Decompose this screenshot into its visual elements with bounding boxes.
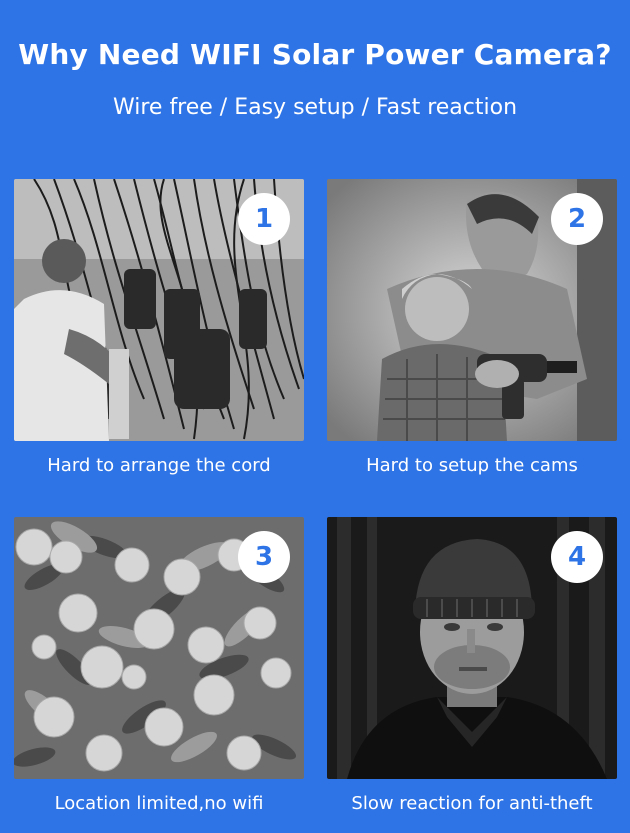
photo-drill-setup: 2 xyxy=(327,179,617,441)
card-caption: Slow reaction for anti-theft xyxy=(351,793,593,814)
number-badge: 4 xyxy=(551,531,603,583)
card-caption: Hard to setup the cams xyxy=(366,455,578,476)
number-badge: 3 xyxy=(238,531,290,583)
photo-man-beanie: 4 xyxy=(327,517,617,779)
feature-card-location: 3 Location limited,no wifi xyxy=(14,517,304,814)
photo-orange-tree: 3 xyxy=(14,517,304,779)
feature-card-anti-theft: 4 Slow reaction for anti-theft xyxy=(327,517,617,814)
feature-card-cord: 1 Hard to arrange the cord xyxy=(14,179,304,476)
page-subtitle: Wire free / Easy setup / Fast reaction xyxy=(112,95,518,120)
number-badge: 1 xyxy=(238,193,290,245)
page-title: Why Need WIFI Solar Power Camera? xyxy=(18,38,612,71)
photo-tangled-cords: 1 xyxy=(14,179,304,441)
card-caption: Location limited,no wifi xyxy=(54,793,264,814)
number-badge: 2 xyxy=(551,193,603,245)
card-caption: Hard to arrange the cord xyxy=(47,455,271,476)
feature-card-setup: 2 Hard to setup the cams xyxy=(327,179,617,476)
